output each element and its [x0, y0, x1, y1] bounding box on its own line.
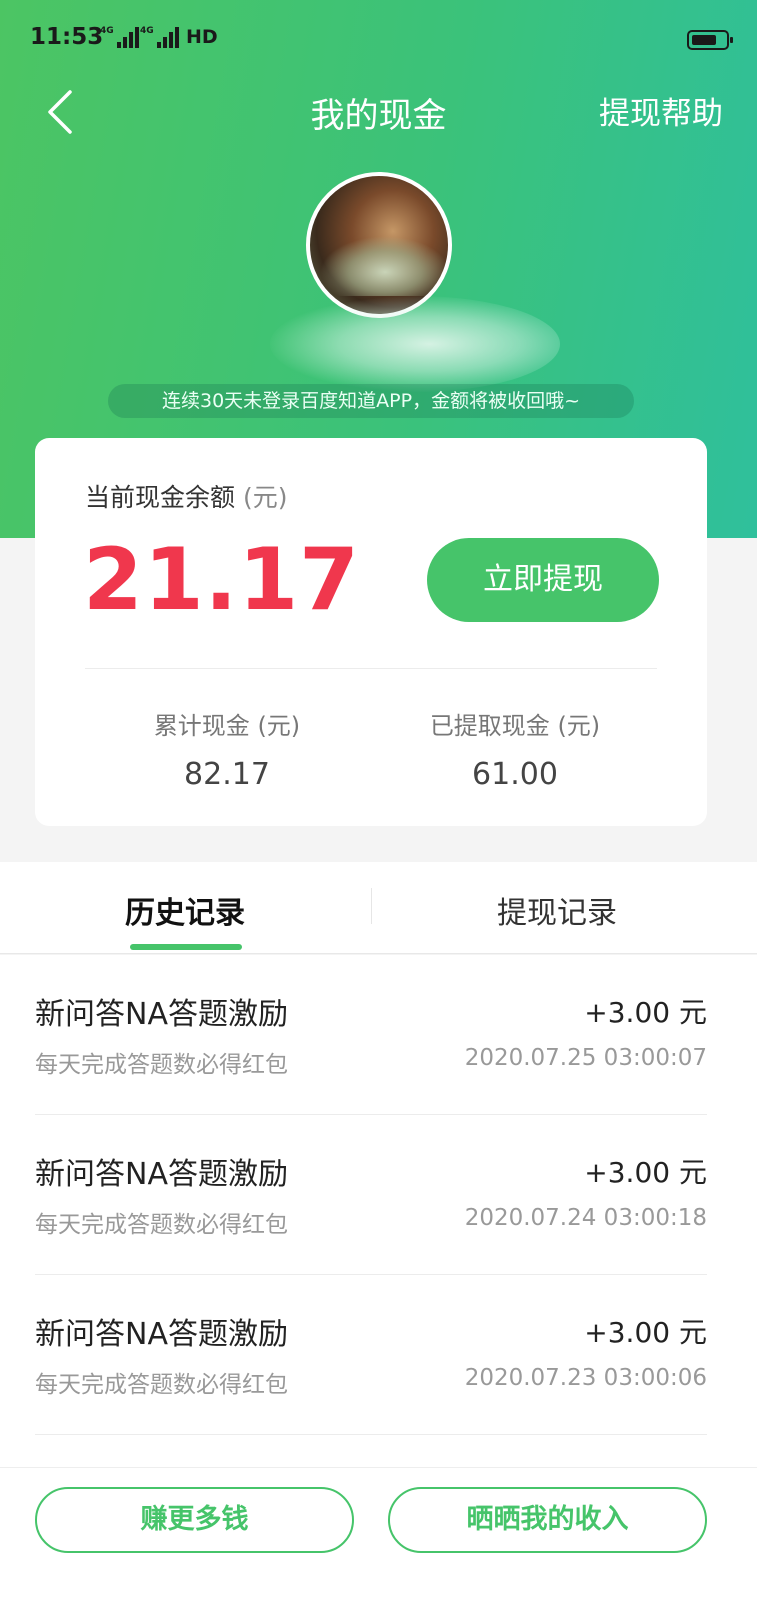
record-title: 新问答NA答题激励: [35, 997, 288, 1032]
record-title: 新问答NA答题激励: [35, 1317, 288, 1352]
network-type-label: 4G: [100, 26, 114, 36]
stat-label: 已提取现金 (元): [429, 712, 601, 740]
active-tab-indicator: [130, 944, 242, 950]
total-cash-stat: 累计现金 (元) 82.17: [87, 706, 367, 792]
balance-card: 当前现金余额 (元) 21.17 立即提现 累计现金 (元) 82.17 已提取…: [35, 438, 707, 826]
record-tabs: 历史记录 提现记录: [0, 862, 757, 954]
status-bar: 11:53 4G 4G HD: [0, 18, 757, 58]
tab-divider: [371, 888, 372, 924]
history-list: 新问答NA答题激励 +3.00 元 每天完成答题数必得红包 2020.07.25…: [0, 955, 757, 1467]
share-income-button[interactable]: 晒晒我的收入: [388, 1487, 707, 1553]
stat-label: 累计现金 (元): [153, 712, 301, 740]
record-title: 新问答NA答题激励: [35, 1157, 288, 1192]
hd-voice-icon: HD: [186, 26, 218, 48]
record-time: 2020.07.25 03:00:07: [464, 1045, 707, 1071]
balance-label: 当前现金余额 (元): [85, 478, 287, 514]
stat-value: 61.00: [472, 757, 558, 792]
balance-amount: 21.17: [83, 530, 361, 630]
status-time: 11:53: [30, 24, 104, 50]
record-amount: +3.00 元: [584, 1156, 707, 1189]
signal-icon: 4G: [100, 26, 139, 48]
stat-value: 82.17: [184, 757, 270, 792]
withdraw-now-button[interactable]: 立即提现: [427, 538, 659, 622]
bottom-action-bar: 赚更多钱 晒晒我的收入: [0, 1467, 757, 1600]
divider: [35, 1434, 707, 1435]
tab-withdraw-records[interactable]: 提现记录: [497, 888, 617, 932]
expiry-notice: 连续30天未登录百度知道APP，金额将被收回哦~: [108, 384, 634, 418]
divider: [85, 668, 657, 669]
record-subtitle: 每天完成答题数必得红包: [35, 1212, 288, 1238]
list-item[interactable]: 新问答NA答题激励 +3.00 元 每天完成答题数必得红包 2020.07.23…: [35, 1275, 707, 1435]
withdrawn-cash-stat: 已提取现金 (元) 61.00: [375, 706, 655, 792]
record-amount: +3.00 元: [584, 996, 707, 1029]
signal-icon: 4G: [140, 26, 179, 48]
record-time: 2020.07.23 03:00:06: [464, 1365, 707, 1391]
battery-icon: [687, 30, 733, 50]
network-type-label: 4G: [140, 26, 154, 36]
record-subtitle: 每天完成答题数必得红包: [35, 1052, 288, 1078]
list-item[interactable]: 新问答NA答题激励 +3.00 元 每天完成答题数必得红包 2020.07.25…: [35, 955, 707, 1115]
tab-history[interactable]: 历史记录: [125, 888, 245, 932]
withdraw-help-link[interactable]: 提现帮助: [599, 88, 723, 133]
blurred-username: [270, 296, 560, 392]
earn-more-button[interactable]: 赚更多钱: [35, 1487, 354, 1553]
balance-label-text: 当前现金余额: [85, 483, 236, 512]
record-amount: +3.00 元: [584, 1316, 707, 1349]
list-item[interactable]: 新问答NA答题激励 +3.00 元 每天完成答题数必得红包 2020.07.24…: [35, 1115, 707, 1275]
record-subtitle: 每天完成答题数必得红包: [35, 1372, 288, 1398]
record-time: 2020.07.24 03:00:18: [464, 1205, 707, 1231]
balance-unit: (元): [242, 483, 288, 512]
